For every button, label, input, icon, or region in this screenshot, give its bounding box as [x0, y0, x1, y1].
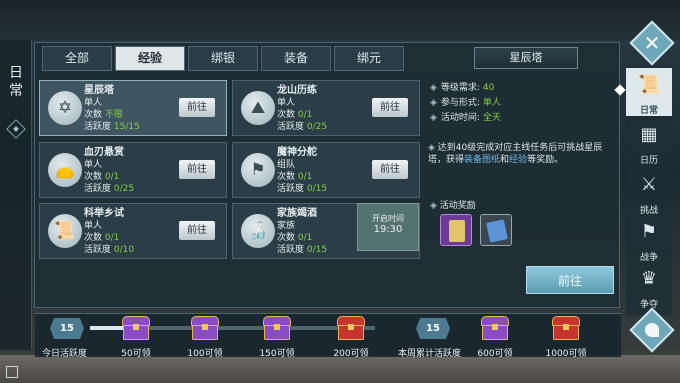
- mountain-badge-icon: ⛰: [241, 91, 275, 125]
- tab-bar: 全部 经验 绑银 装备 绑元: [42, 46, 404, 71]
- activity-name: 家族竭酒: [277, 208, 317, 219]
- activity-name: 血刃悬赏: [84, 147, 124, 158]
- nav-label: 日常: [639, 106, 658, 116]
- activity-type: 单人: [84, 98, 103, 108]
- time-row: ◈ 活动时间: 全天: [430, 113, 501, 123]
- chest-150[interactable]: [262, 314, 292, 342]
- activity-type: 单人: [84, 160, 103, 170]
- diamond-bullet-icon: ◈: [430, 113, 437, 123]
- activity-count-row: 次数 0/1: [84, 172, 120, 182]
- chest-label: 200可领: [333, 349, 369, 359]
- activity-points-row: 活跃度 0/25: [84, 184, 135, 194]
- background-top: [0, 0, 680, 40]
- level-requirement-row: ◈ 等级需求: 40: [430, 83, 495, 93]
- tab-equipment[interactable]: 装备: [261, 46, 331, 71]
- chest-label: 150可领: [259, 349, 295, 359]
- nav-item-calendar[interactable]: ▦ 日历: [626, 118, 672, 166]
- corner-menu-icon[interactable]: [6, 366, 18, 378]
- crossed-swords-icon: ⚔: [640, 174, 658, 195]
- diamond-bullet-icon: ◈: [430, 98, 437, 108]
- today-activity-badge: 15: [50, 318, 84, 339]
- daily-scroll-icon: 📜: [638, 74, 661, 95]
- contest-icon: ♛: [640, 268, 658, 289]
- activity-card-longshan[interactable]: ⛰ 龙山历练 单人 次数 0/1 活跃度 0/25 前往: [232, 80, 420, 136]
- scroll-icon: 📜: [48, 214, 82, 248]
- close-icon: ✕: [643, 31, 661, 55]
- activity-name: 星辰塔: [84, 85, 114, 96]
- nav-item-war[interactable]: ⚑ 战争: [626, 215, 672, 263]
- today-progress-fill: [90, 326, 124, 330]
- diamond-bullet-icon: ◈: [430, 201, 440, 211]
- war-banner-icon: ⚑: [640, 221, 658, 242]
- chest-600[interactable]: [480, 314, 510, 342]
- detail-description: ◈ 达到40级完成对应主线任务后可挑战星辰塔，获得装备图纸和经验等奖励。: [428, 143, 603, 165]
- activity-card-moshen[interactable]: ⚑ 魔神分舵 组队 次数 0/1 活跃度 0/15 前往: [232, 142, 420, 198]
- reward-label: ◈ 活动奖励: [430, 201, 476, 211]
- week-activity-badge: 15: [416, 318, 450, 339]
- go-button[interactable]: 前往: [179, 160, 215, 179]
- detail-title: 星辰塔: [474, 47, 578, 69]
- activity-points-row: 活跃度 0/10: [84, 245, 135, 255]
- activity-points-row: 活跃度 0/25: [277, 122, 328, 132]
- activity-type: 组队: [277, 160, 296, 170]
- activity-card-xueren[interactable]: 👝 血刃悬赏 单人 次数 0/1 活跃度 0/25 前往: [39, 142, 227, 198]
- chest-1000[interactable]: [551, 314, 581, 342]
- activity-type: 家族: [277, 221, 296, 231]
- chat-icon: [645, 323, 659, 337]
- diamond-bullet-icon: ◈: [430, 83, 437, 93]
- week-activity-label: 本周累计活跃度: [398, 349, 462, 359]
- wine-jar-icon: 🍶: [241, 214, 275, 248]
- nav-item-daily[interactable]: 📜 日常: [626, 68, 672, 116]
- today-activity-label: 今日活跃度: [42, 349, 88, 359]
- mode-row: ◈ 参与形式: 单人: [430, 98, 501, 108]
- activity-points-row: 活跃度 0/15: [277, 184, 328, 194]
- chest-label: 100可领: [187, 349, 223, 359]
- activity-points-row: 活跃度 15/15: [84, 122, 140, 132]
- calendar-icon: ▦: [640, 124, 658, 145]
- chest-200[interactable]: [336, 314, 366, 342]
- activity-count-row: 次数 0/1: [277, 172, 313, 182]
- activity-name: 科举乡试: [84, 208, 124, 219]
- activity-card-keju[interactable]: 📜 科举乡试 单人 次数 0/1 活跃度 0/10 前往: [39, 203, 227, 259]
- detail-go-button[interactable]: 前往: [526, 266, 614, 294]
- reward-exp-book-icon[interactable]: [480, 214, 512, 246]
- sidebar-title: 日常: [9, 65, 23, 99]
- open-time-box: 开启时间 19:30: [357, 203, 419, 251]
- chest-label: 600可领: [477, 349, 513, 359]
- nav-item-contest[interactable]: ♛ 争夺: [626, 262, 672, 310]
- money-bag-icon: 👝: [48, 153, 82, 187]
- open-time-value: 19:30: [373, 224, 403, 235]
- tab-bound-silver[interactable]: 绑银: [188, 46, 258, 71]
- hexagram-icon: ✡: [48, 91, 82, 125]
- chest-label: 1000可领: [545, 349, 587, 359]
- go-button[interactable]: 前往: [179, 221, 215, 240]
- nav-label: 日历: [639, 156, 658, 166]
- activity-name: 龙山历练: [277, 85, 317, 96]
- go-button[interactable]: 前往: [372, 98, 408, 117]
- activity-count-row: 次数 不限: [84, 110, 123, 120]
- tab-experience[interactable]: 经验: [115, 46, 185, 71]
- activity-count-row: 次数 0/1: [84, 233, 120, 243]
- activity-type: 单人: [84, 221, 103, 231]
- activity-count-row: 次数 0/1: [277, 233, 313, 243]
- activity-type: 单人: [277, 98, 296, 108]
- tab-bound-yuan[interactable]: 绑元: [334, 46, 404, 71]
- chest-label: 50可领: [121, 349, 151, 359]
- chest-100[interactable]: [190, 314, 220, 342]
- go-button[interactable]: 前往: [372, 160, 408, 179]
- chest-50[interactable]: [121, 314, 151, 342]
- activity-name: 魔神分舵: [277, 147, 317, 158]
- open-time-label: 开启时间: [372, 214, 404, 223]
- activity-points-row: 活跃度 0/15: [277, 245, 328, 255]
- diamond-bullet-icon: ◈: [428, 143, 438, 153]
- reward-blueprint-icon[interactable]: [440, 214, 472, 246]
- background-bottom: [0, 355, 680, 383]
- activity-card-xingchenta[interactable]: ✡ 星辰塔 单人 次数 不限 活跃度 15/15 前往: [39, 80, 227, 136]
- nav-item-challenge[interactable]: ⚔ 挑战: [626, 168, 672, 216]
- go-button[interactable]: 前往: [179, 98, 215, 117]
- tab-all[interactable]: 全部: [42, 46, 112, 71]
- banner-icon: ⚑: [241, 153, 275, 187]
- activity-count-row: 次数 0/1: [277, 110, 313, 120]
